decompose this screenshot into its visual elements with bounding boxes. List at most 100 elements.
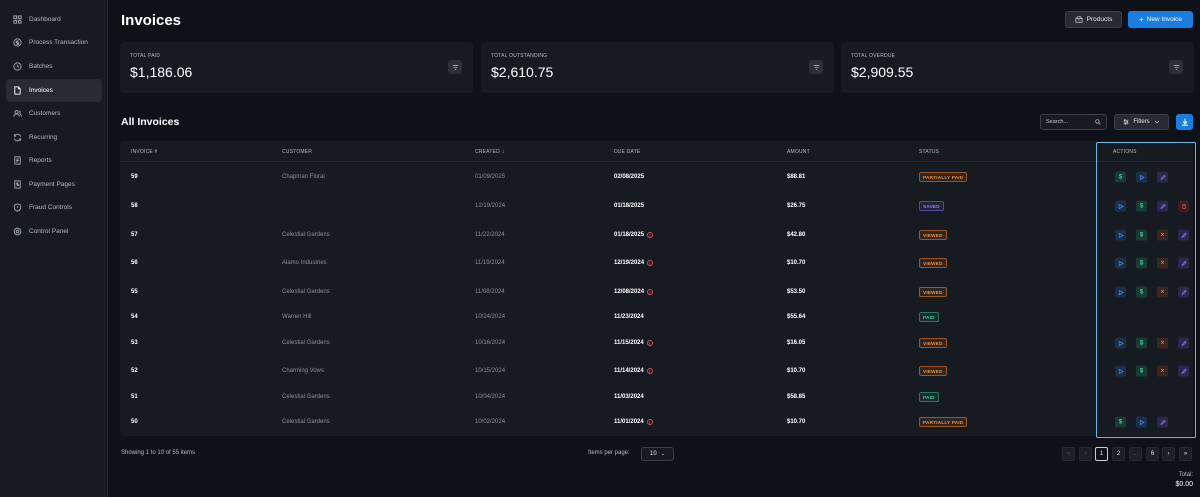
- pay-icon[interactable]: $: [1115, 416, 1126, 428]
- first-page-button[interactable]: «: [1062, 447, 1075, 461]
- send-icon[interactable]: [1115, 365, 1126, 377]
- cancel-icon[interactable]: ×: [1157, 257, 1168, 269]
- cancel-icon[interactable]: ×: [1157, 229, 1168, 241]
- col-customer[interactable]: CUSTOMER: [282, 149, 312, 155]
- sidebar-item-dashboard[interactable]: Dashboard: [6, 8, 102, 31]
- invoice-number[interactable]: 52: [131, 368, 138, 374]
- invoice-number[interactable]: 57: [131, 232, 138, 238]
- new-invoice-button[interactable]: + New Invoice: [1128, 11, 1193, 28]
- due-date: 11/01/2024!: [614, 419, 653, 425]
- invoice-number[interactable]: 50: [131, 419, 138, 425]
- invoice-number[interactable]: 53: [131, 340, 138, 346]
- table-header: INVOICE # CUSTOMER CREATED ↓ DUE DATE AM…: [120, 141, 1193, 162]
- sidebar-item-control-panel[interactable]: Control Panel: [6, 220, 102, 243]
- invoice-number[interactable]: 54: [131, 314, 138, 320]
- customer-name: Celestial Gardens: [282, 340, 330, 346]
- send-icon[interactable]: [1136, 416, 1147, 428]
- due-date-text: 11/01/2024: [614, 419, 644, 425]
- invoice-number[interactable]: 51: [131, 394, 138, 400]
- sidebar-item-label: Customers: [29, 110, 61, 117]
- send-icon[interactable]: [1136, 171, 1147, 183]
- stat-filter-button[interactable]: [448, 60, 462, 74]
- edit-icon[interactable]: [1178, 337, 1189, 349]
- overdue-warning-icon: !: [647, 260, 654, 266]
- col-invoice[interactable]: INVOICE #: [131, 149, 158, 155]
- due-date-text: 01/18/2025: [614, 203, 645, 209]
- invoice-number[interactable]: 59: [131, 174, 138, 180]
- overdue-warning-icon: !: [646, 340, 653, 346]
- filters-button[interactable]: Filters: [1114, 114, 1169, 130]
- col-due-date[interactable]: DUE DATE: [614, 149, 641, 155]
- invoice-number[interactable]: 58: [131, 203, 138, 209]
- send-icon[interactable]: [1115, 200, 1126, 212]
- edit-icon[interactable]: [1157, 171, 1168, 183]
- pay-icon[interactable]: $: [1115, 171, 1126, 183]
- cancel-icon[interactable]: ×: [1157, 337, 1168, 349]
- edit-icon[interactable]: [1157, 200, 1168, 212]
- col-amount[interactable]: AMOUNT: [787, 149, 810, 155]
- sidebar-item-label: Dashboard: [29, 16, 61, 23]
- status-badge: VIEWED: [919, 258, 947, 268]
- history-icon: [13, 62, 22, 71]
- customer-name: Celestial Gardens: [282, 289, 330, 295]
- edit-icon[interactable]: [1178, 286, 1189, 298]
- showing-text: Showing 1 to 10 of 55 items: [121, 450, 196, 456]
- pay-icon[interactable]: $: [1136, 257, 1147, 269]
- status-badge: VIEWED: [919, 366, 947, 376]
- sidebar-item-batches[interactable]: Batches: [6, 55, 102, 78]
- products-button[interactable]: Products: [1065, 11, 1122, 28]
- items-per-page-select[interactable]: 10 ⌄: [641, 447, 674, 461]
- send-icon[interactable]: [1115, 337, 1126, 349]
- customer-name: Celestial Gardens: [282, 232, 330, 238]
- page-ellipsis: ...: [1129, 447, 1142, 461]
- cancel-icon[interactable]: ×: [1157, 286, 1168, 298]
- send-icon[interactable]: [1115, 257, 1126, 269]
- last-page-button[interactable]: »: [1179, 447, 1192, 461]
- send-icon[interactable]: [1115, 229, 1126, 241]
- page-2-button[interactable]: 2: [1112, 447, 1125, 461]
- edit-icon[interactable]: [1178, 365, 1189, 377]
- invoices-table: INVOICE # CUSTOMER CREATED ↓ DUE DATE AM…: [120, 141, 1193, 436]
- due-date-text: 11/03/2024: [614, 394, 644, 400]
- edit-icon[interactable]: [1178, 229, 1189, 241]
- col-created[interactable]: CREATED ↓: [475, 149, 505, 155]
- refresh-icon: [13, 133, 22, 142]
- stat-filter-button[interactable]: [1169, 60, 1183, 74]
- page-1-button[interactable]: 1: [1095, 447, 1108, 461]
- sidebar-item-invoices[interactable]: Invoices: [6, 79, 102, 102]
- edit-icon[interactable]: [1157, 416, 1168, 428]
- invoice-number[interactable]: 56: [131, 260, 138, 266]
- sidebar-item-reports[interactable]: Reports: [6, 149, 102, 172]
- next-page-button[interactable]: ›: [1162, 447, 1175, 461]
- amount: $58.85: [787, 394, 806, 400]
- pay-icon[interactable]: $: [1136, 229, 1147, 241]
- sidebar-item-customers[interactable]: Customers: [6, 102, 102, 125]
- sidebar-item-fraud-controls[interactable]: Fraud Controls: [6, 196, 102, 219]
- pay-icon[interactable]: $: [1136, 365, 1147, 377]
- users-icon: [13, 109, 22, 118]
- status-badge: PARTIALLY PAID: [919, 172, 968, 182]
- filter-icon: [813, 64, 819, 70]
- shield-icon: [13, 203, 22, 212]
- created-date: 10/04/2024: [475, 394, 506, 400]
- send-icon[interactable]: [1115, 286, 1126, 298]
- search-input[interactable]: Search...: [1040, 114, 1107, 130]
- page-6-button[interactable]: 6: [1146, 447, 1159, 461]
- download-button[interactable]: [1176, 114, 1193, 130]
- trash-icon[interactable]: [1178, 200, 1189, 212]
- customer-name: Alamo Industries: [282, 260, 327, 266]
- prev-page-button[interactable]: ‹: [1079, 447, 1092, 461]
- filter-icon: [452, 64, 458, 70]
- sidebar-item-process-transaction[interactable]: Process Transaction: [6, 31, 102, 54]
- cancel-icon[interactable]: ×: [1157, 365, 1168, 377]
- sidebar-item-recurring[interactable]: Recurring: [6, 126, 102, 149]
- pay-icon[interactable]: $: [1136, 286, 1147, 298]
- total-label: Total:: [1178, 472, 1193, 478]
- stat-filter-button[interactable]: [809, 60, 823, 74]
- pay-icon[interactable]: $: [1136, 200, 1147, 212]
- col-status[interactable]: STATUS: [919, 149, 939, 155]
- pay-icon[interactable]: $: [1136, 337, 1147, 349]
- sidebar-item-payment-pages[interactable]: Payment Pages: [6, 173, 102, 196]
- edit-icon[interactable]: [1178, 257, 1189, 269]
- invoice-number[interactable]: 55: [131, 289, 138, 295]
